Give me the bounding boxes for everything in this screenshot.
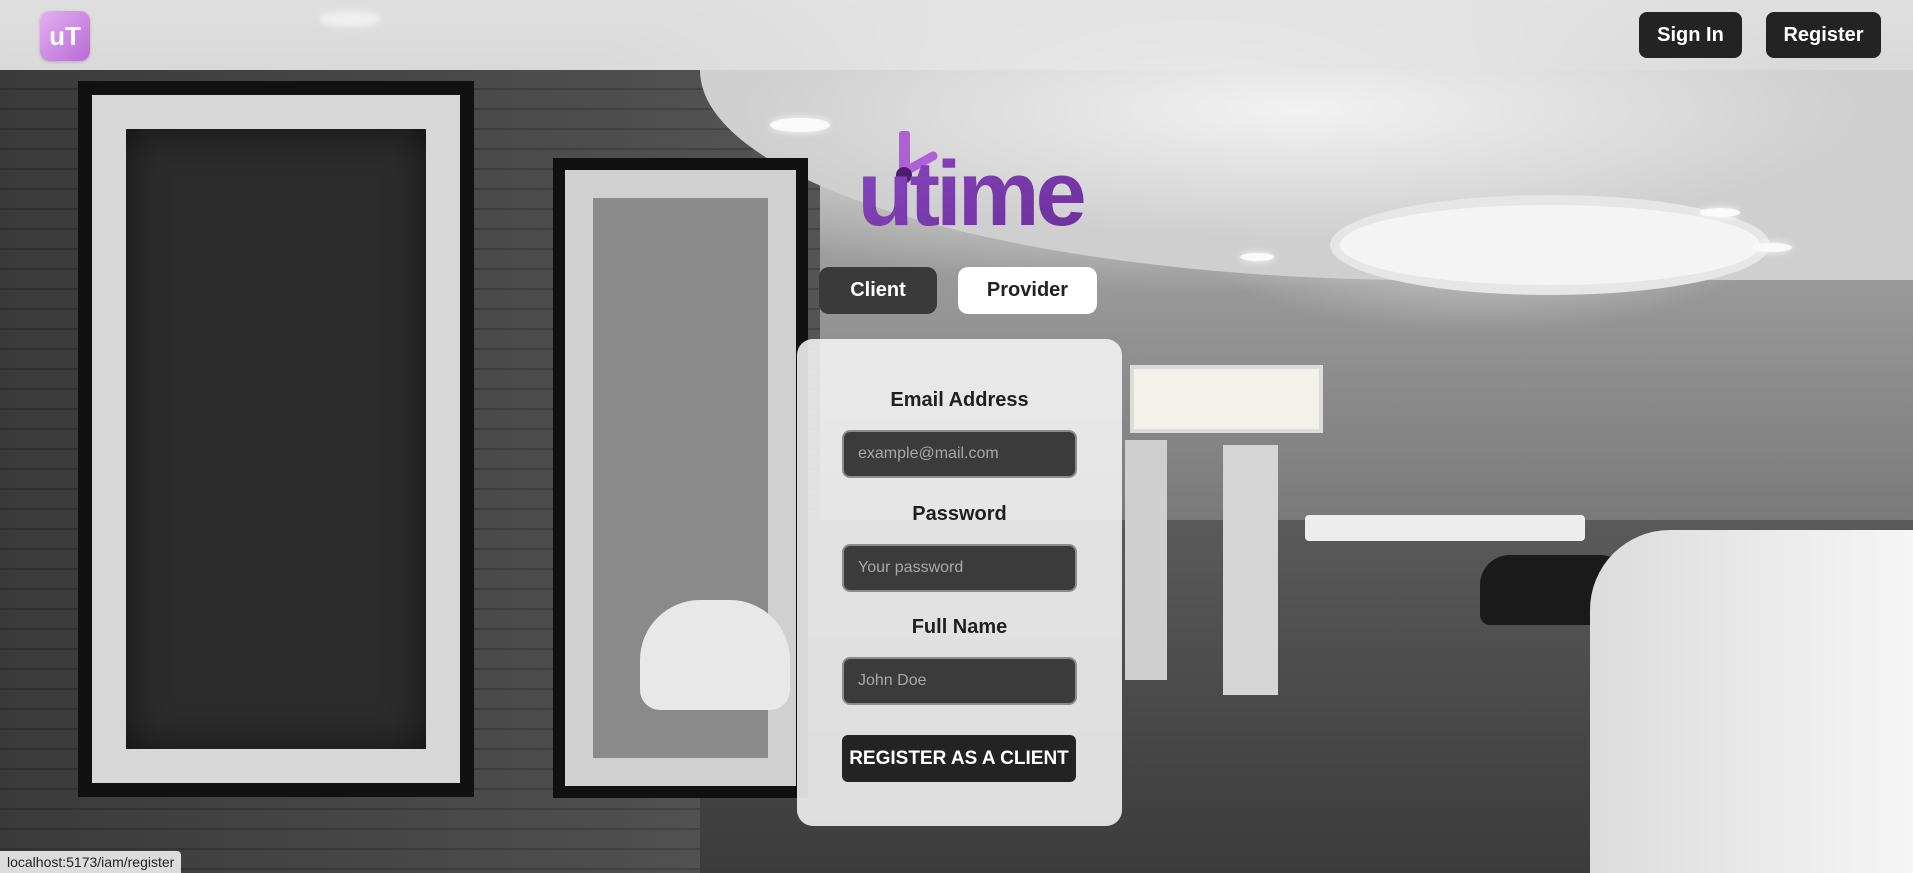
background-counter: [1590, 530, 1913, 873]
password-input[interactable]: [842, 544, 1077, 592]
top-navbar: uT Sign In Register: [0, 0, 1913, 70]
background-column: [1223, 445, 1278, 695]
register-form-card: Email Address Password Full Name REGISTE…: [797, 339, 1122, 826]
app-logo[interactable]: uT: [40, 11, 90, 61]
full-name-input[interactable]: [842, 657, 1077, 705]
background-column: [1125, 440, 1167, 680]
tab-provider[interactable]: Provider: [958, 267, 1097, 314]
background-mirror: [92, 95, 460, 783]
email-input[interactable]: [842, 430, 1077, 478]
brand-logo-text: utime: [857, 143, 1084, 235]
tab-client-label: Client: [850, 279, 906, 301]
brand-logo: utime: [857, 131, 1089, 235]
status-bar-url: localhost:5173/iam/register: [0, 851, 182, 873]
register-as-client-button[interactable]: REGISTER AS A CLIENT: [842, 735, 1076, 782]
tab-provider-label: Provider: [986, 279, 1069, 301]
background-chair: [640, 600, 790, 710]
email-label: Email Address: [890, 389, 1029, 411]
background-ceiling-light: [1752, 243, 1792, 252]
register-button[interactable]: Register: [1766, 12, 1881, 58]
background-ceiling-light: [770, 118, 830, 132]
app-logo-text: uT: [49, 20, 81, 51]
sign-in-button[interactable]: Sign In: [1639, 12, 1742, 58]
tab-client[interactable]: Client: [819, 267, 937, 314]
background-shelf: [1130, 365, 1323, 433]
full-name-label: Full Name: [911, 616, 1008, 638]
background-ceiling-light: [1700, 208, 1740, 217]
background-ceiling-light: [1240, 253, 1274, 261]
background-table: [1305, 515, 1585, 541]
password-label: Password: [912, 503, 1007, 525]
